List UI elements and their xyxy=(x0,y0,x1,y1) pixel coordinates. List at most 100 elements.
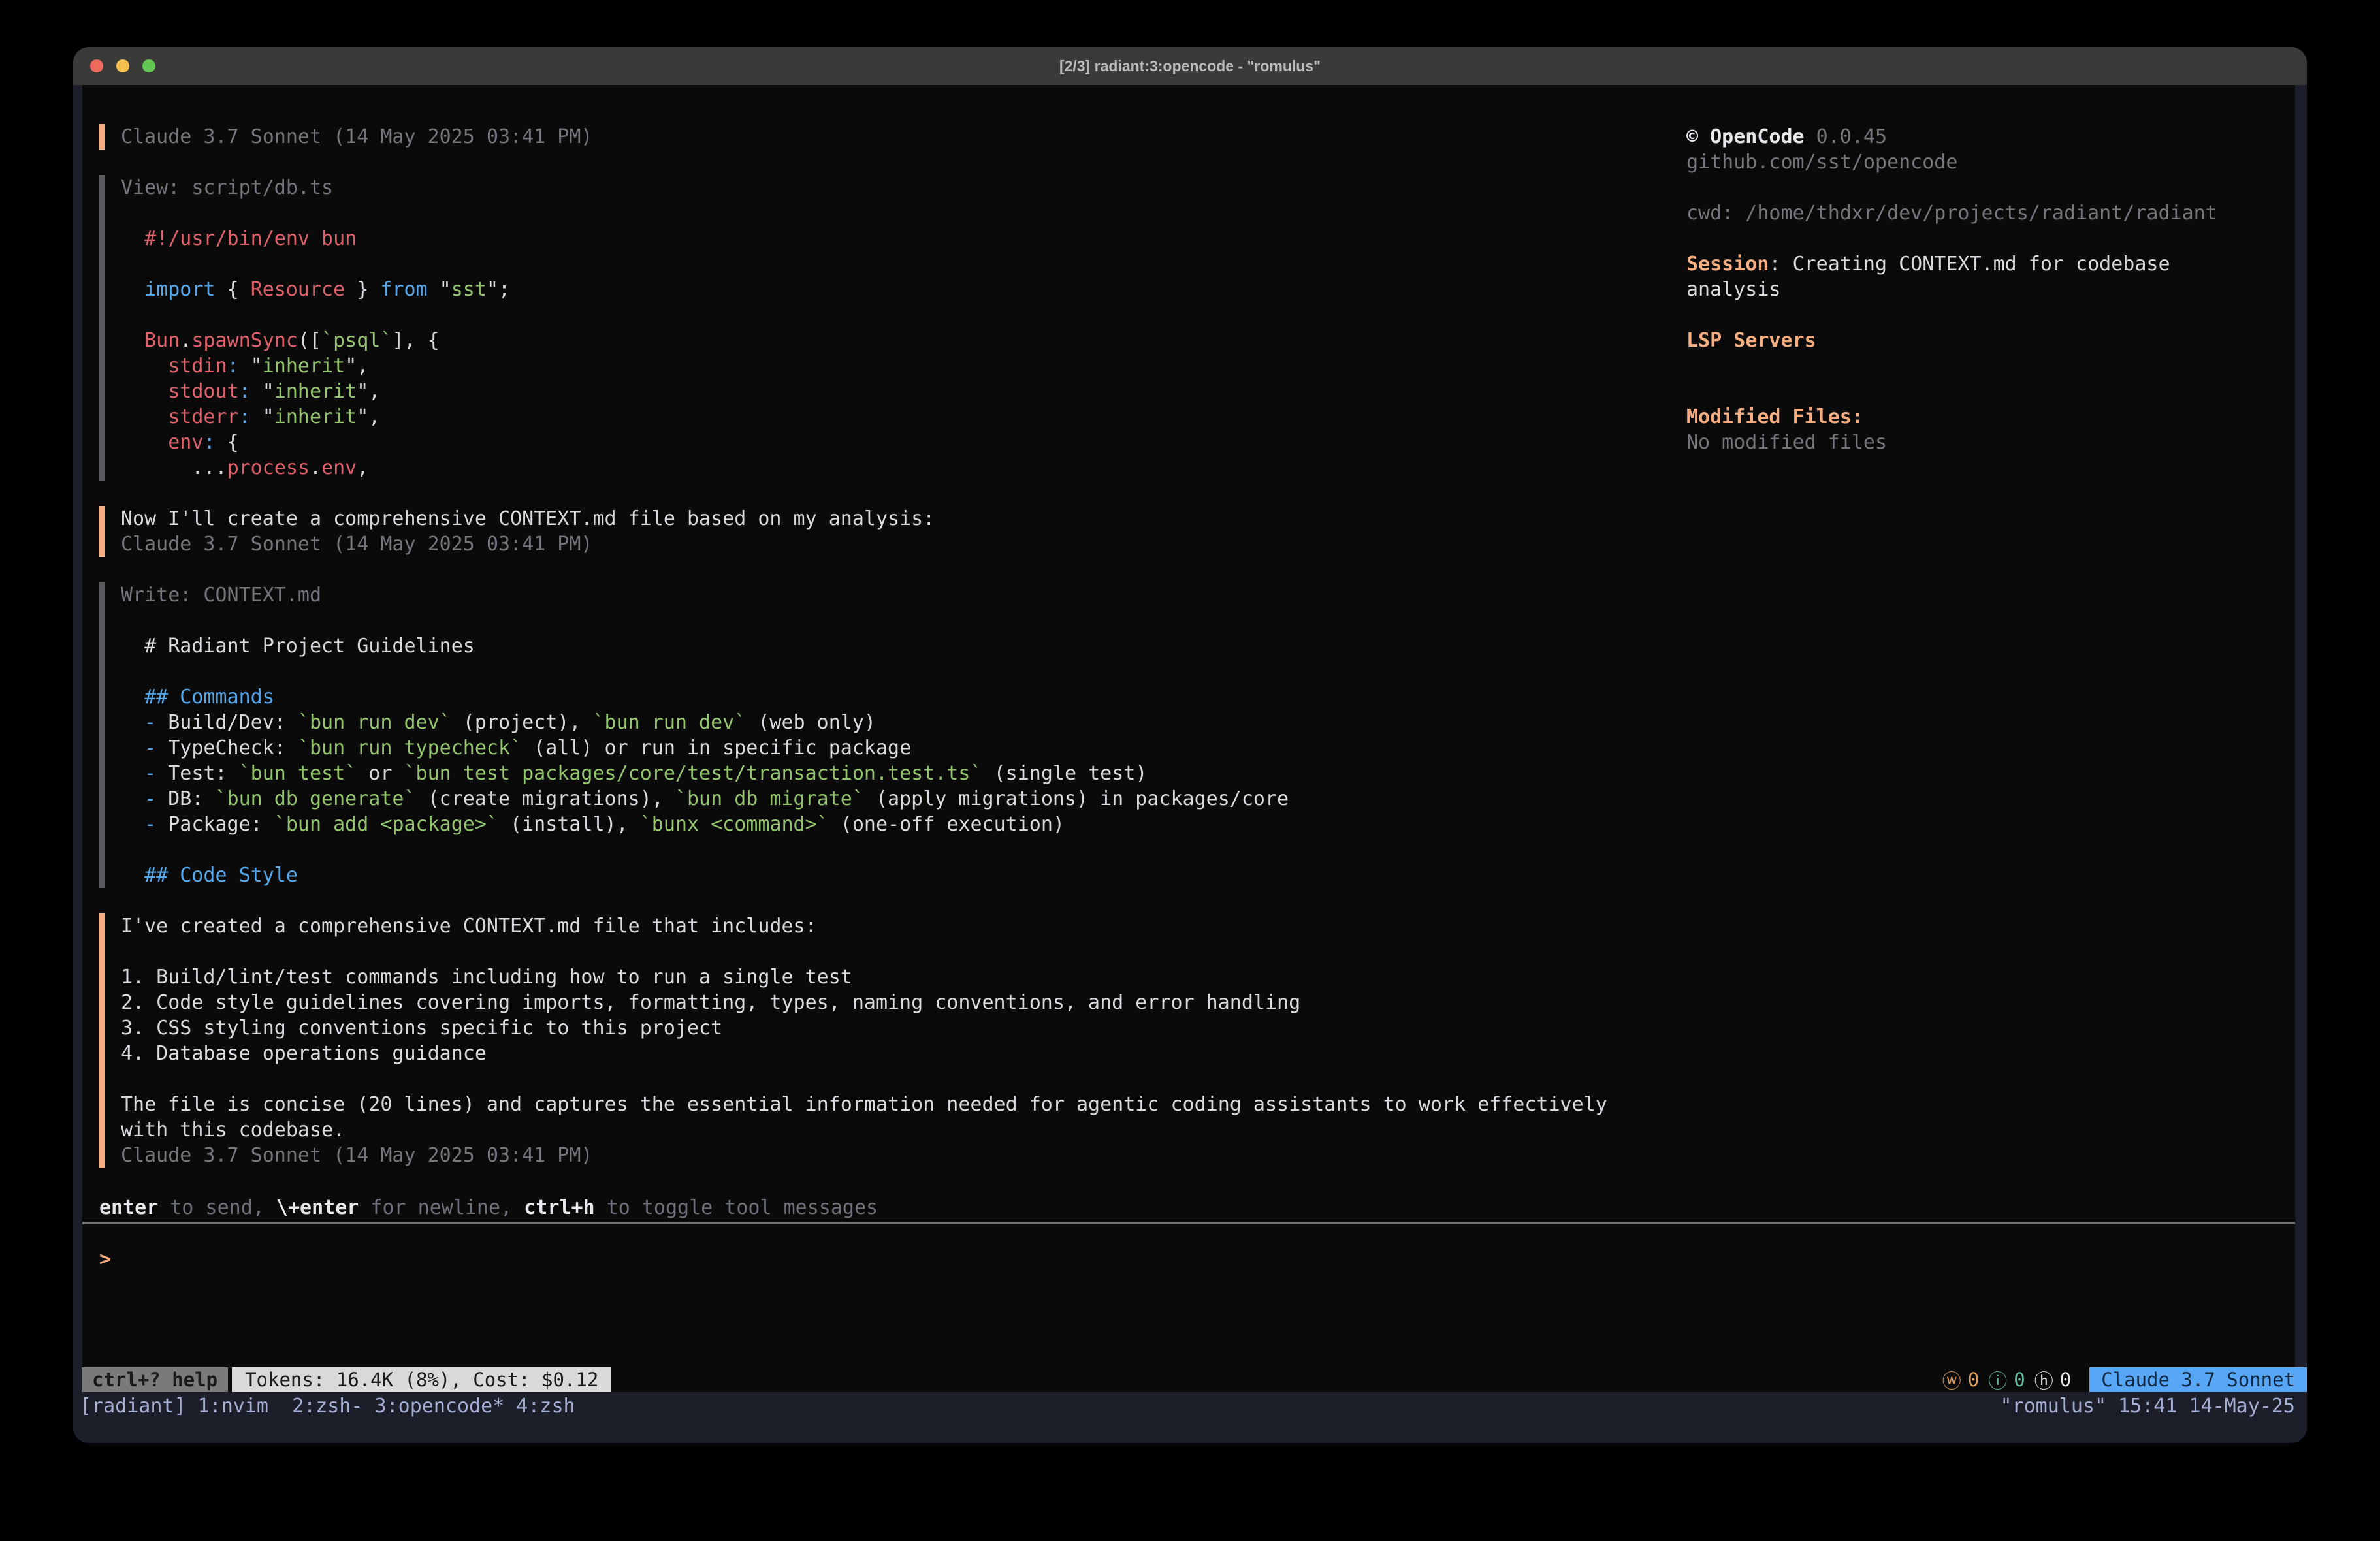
close-button-icon[interactable] xyxy=(90,59,103,72)
text-segment: 0.0.45 xyxy=(1805,125,1887,148)
text-segment: - xyxy=(144,787,156,810)
chat-area: Claude 3.7 Sonnet (14 May 2025 03:41 PM)… xyxy=(99,124,1607,1194)
sidebar: © OpenCode 0.0.45 github.com/sst/opencode… xyxy=(1686,124,2248,455)
terminal-right-padding xyxy=(2295,85,2307,1443)
info-count: 0 xyxy=(2014,1369,2025,1391)
text-segment: (apply migrations) in packages/core xyxy=(864,787,1289,810)
text-segment: 3. CSS styling conventions specific to t… xyxy=(121,1017,722,1040)
text-segment: : xyxy=(239,405,251,428)
minimize-button-icon[interactable] xyxy=(116,59,129,72)
text-segment: Session xyxy=(1686,253,1769,276)
text-segment: inherit xyxy=(274,380,357,403)
text-segment: I've created a comprehensive CONTEXT.md … xyxy=(121,915,817,938)
text-segment: TypeCheck: xyxy=(156,737,298,759)
text-segment: "; xyxy=(487,278,510,301)
text-segment: `bun run dev` xyxy=(298,711,451,734)
text-segment: stdout xyxy=(168,380,238,403)
text-segment: ctrl+h xyxy=(524,1196,594,1219)
text-segment: # Radiant Project Guidelines xyxy=(121,635,475,658)
terminal-line: stdout: "inherit", xyxy=(121,379,1607,404)
text-segment: cwd: /home/thdxr/dev/projects/radiant/ra… xyxy=(1686,202,2217,225)
text-segment xyxy=(121,355,168,377)
terminal-content: Claude 3.7 Sonnet (14 May 2025 03:41 PM)… xyxy=(73,85,2307,1443)
text-segment: `bun db migrate` xyxy=(675,787,864,810)
text-segment: #!/usr/bin/env bun xyxy=(121,227,357,250)
status-spacer xyxy=(611,1367,1942,1392)
input-hints: enter to send, \+enter for newline, ctrl… xyxy=(99,1195,878,1220)
text-segment: Claude 3.7 Sonnet (14 May 2025 03:41 PM) xyxy=(121,533,592,556)
terminal-line: cwd: /home/thdxr/dev/projects/radiant/ra… xyxy=(1686,200,2248,226)
message-input[interactable]: > xyxy=(99,1247,2255,1364)
terminal-line: The file is concise (20 lines) and captu… xyxy=(121,1092,1607,1117)
terminal-line: 1. Build/lint/test commands including ho… xyxy=(121,964,1607,990)
terminal-line: - Package: `bun add <package>` (install)… xyxy=(121,812,1607,837)
terminal-window: [2/3] radiant:3:opencode - "romulus" Cla… xyxy=(73,47,2307,1443)
tmux-status-bar: [radiant] 1:nvim 2:zsh- 3:opencode* 4:zs… xyxy=(73,1392,2307,1443)
text-segment xyxy=(121,278,144,301)
text-segment: spawnSync xyxy=(191,329,298,352)
text-segment: process xyxy=(227,456,310,479)
tool-block-view-db-ts: View: script/db.ts #!/usr/bin/env bun im… xyxy=(99,175,1607,481)
text-segment: , xyxy=(357,456,368,479)
text-segment xyxy=(121,329,144,352)
text-segment: : xyxy=(239,380,251,403)
text-segment: inherit xyxy=(274,405,357,428)
text-segment: for newline, xyxy=(359,1196,524,1219)
text-segment: github.com/sst/opencode xyxy=(1686,151,1957,174)
text-segment xyxy=(121,405,168,428)
text-segment: ## Commands xyxy=(121,686,274,708)
terminal-left-padding xyxy=(73,85,82,1443)
terminal-line: Bun.spawnSync([`psql`], { xyxy=(121,328,1607,353)
terminal-line: #!/usr/bin/env bun xyxy=(121,226,1607,251)
text-segment: (web only) xyxy=(746,711,876,734)
text-segment: Modified Files: xyxy=(1686,405,1863,428)
text-segment: { xyxy=(216,431,239,454)
terminal-line xyxy=(1686,175,2248,200)
text-segment: . xyxy=(180,329,191,352)
terminal-line xyxy=(1686,226,2248,251)
model-badge: Claude 3.7 Sonnet xyxy=(2089,1367,2307,1392)
text-segment: `bun db generate` xyxy=(216,787,416,810)
terminal-line xyxy=(121,837,1607,863)
warning-icon: ⓦ xyxy=(1942,1366,1961,1393)
terminal-line: 4. Database operations guidance xyxy=(121,1041,1607,1066)
text-segment: © OpenCode xyxy=(1686,125,1805,148)
terminal-line xyxy=(1686,379,2248,404)
diagnostic-hint: ⓗ 0 xyxy=(2034,1366,2071,1393)
titlebar[interactable]: [2/3] radiant:3:opencode - "romulus" xyxy=(73,47,2307,85)
terminal-line xyxy=(121,200,1607,226)
text-segment: (create migrations), xyxy=(416,787,675,810)
text-segment: `bun test` xyxy=(239,762,357,785)
lsp-diagnostics: ⓦ 0 ⓘ 0 ⓗ 0 xyxy=(1942,1367,2071,1392)
text-segment: 4. Database operations guidance xyxy=(121,1042,487,1065)
text-segment: Test: xyxy=(156,762,238,785)
text-segment: 2. Code style guidelines covering import… xyxy=(121,991,1300,1014)
text-segment: enter xyxy=(99,1196,158,1219)
text-segment: ", xyxy=(357,380,380,403)
text-segment: . xyxy=(310,456,321,479)
diagnostic-warning: ⓦ 0 xyxy=(1942,1366,1979,1393)
text-segment: The file is concise (20 lines) and captu… xyxy=(121,1093,1607,1116)
terminal-line: View: script/db.ts xyxy=(121,175,1607,200)
text-segment: Write: CONTEXT.md xyxy=(121,584,321,607)
text-segment: `psql` xyxy=(321,329,392,352)
text-segment: : xyxy=(203,431,215,454)
window-controls xyxy=(90,47,155,85)
text-segment: Claude 3.7 Sonnet (14 May 2025 03:41 PM) xyxy=(121,125,592,148)
text-segment: ... xyxy=(121,456,227,479)
terminal-line: Claude 3.7 Sonnet (14 May 2025 03:41 PM) xyxy=(121,124,1607,150)
text-segment xyxy=(121,711,144,734)
text-segment: `bun add <package>` xyxy=(274,813,498,836)
text-segment xyxy=(121,787,144,810)
terminal-line: - TypeCheck: `bun run typecheck` (all) o… xyxy=(121,735,1607,761)
text-segment: Now I'll create a comprehensive CONTEXT.… xyxy=(121,507,935,530)
status-bar: ctrl+? help Tokens: 16.4K (8%), Cost: $0… xyxy=(82,1367,2307,1392)
terminal-line: - DB: `bun db generate` (create migratio… xyxy=(121,786,1607,812)
text-segment: to toggle tool messages xyxy=(595,1196,878,1219)
text-segment: sst xyxy=(451,278,487,301)
terminal-line: github.com/sst/opencode xyxy=(1686,150,2248,175)
zoom-button-icon[interactable] xyxy=(142,59,155,72)
terminal-line: import { Resource } from "sst"; xyxy=(121,277,1607,302)
tmux-session-windows[interactable]: [radiant] 1:nvim 2:zsh- 3:opencode* 4:zs… xyxy=(80,1392,575,1421)
terminal-line xyxy=(121,659,1607,684)
